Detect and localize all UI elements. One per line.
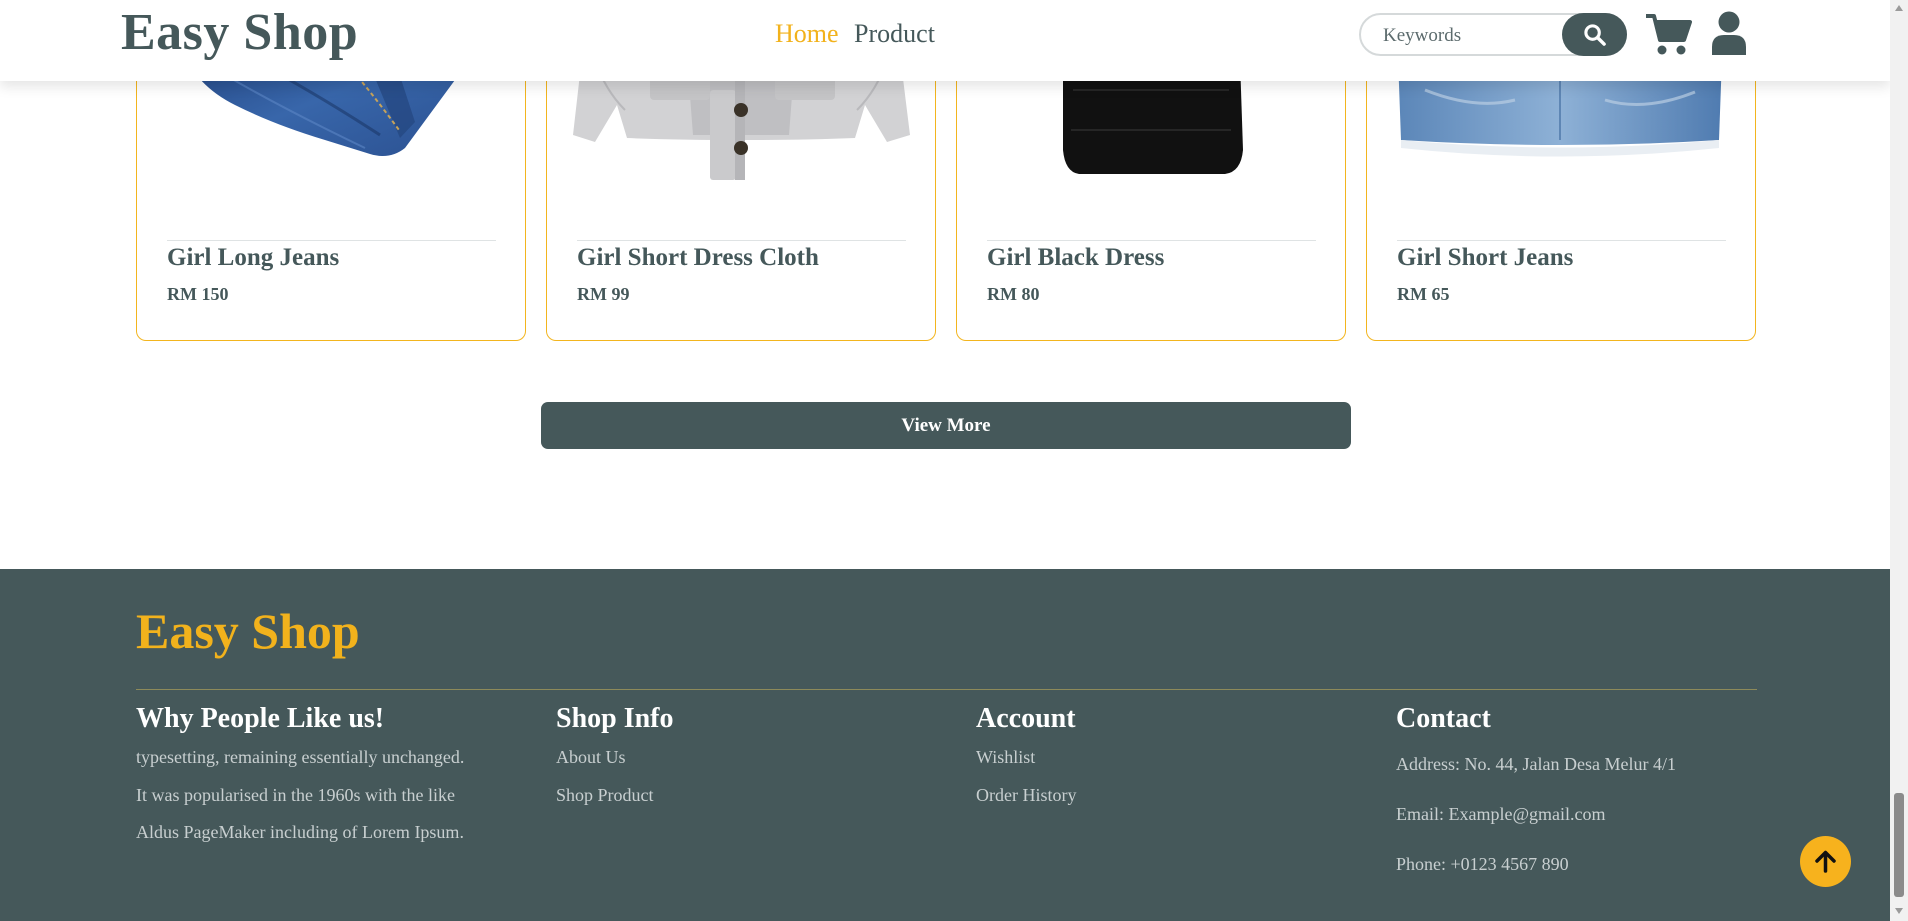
nav-link-home[interactable]: Home (775, 19, 839, 48)
footer-heading-why: Why People Like us! (136, 703, 385, 734)
footer-link-order-history[interactable]: Order History (976, 777, 1076, 815)
back-to-top-button[interactable] (1800, 836, 1851, 887)
footer-col-shop-info: Shop Info About Us Shop Product (556, 699, 674, 814)
user-icon[interactable] (1710, 11, 1748, 60)
navbar: Easy Shop Home Product (0, 0, 1890, 81)
footer-heading-contact: Contact (1396, 703, 1491, 734)
search-input[interactable] (1381, 23, 1555, 49)
footer-link-about-us[interactable]: About Us (556, 739, 674, 777)
footer-heading-shop-info: Shop Info (556, 703, 674, 734)
product-name[interactable]: Girl Short Dress Cloth (577, 244, 819, 272)
product-price: RM 99 (577, 284, 630, 304)
view-more-button[interactable]: View More (541, 402, 1351, 449)
search-button[interactable] (1562, 13, 1627, 56)
scroll-up-arrow-icon[interactable] (1894, 4, 1904, 12)
nav-links: Home Product (775, 17, 944, 51)
product-name[interactable]: Girl Long Jeans (167, 244, 339, 272)
card-divider (1397, 240, 1726, 241)
product-name[interactable]: Girl Black Dress (987, 244, 1164, 272)
contact-phone: Phone: +0123 4567 890 (1396, 854, 1569, 874)
product-price: RM 65 (1397, 284, 1450, 304)
footer-brand[interactable]: Easy Shop (136, 601, 360, 661)
product-name[interactable]: Girl Short Jeans (1397, 244, 1573, 272)
brand-logo[interactable]: Easy Shop (121, 3, 358, 63)
footer-col-why: Why People Like us! typesetting, remaini… (136, 699, 464, 852)
card-divider (167, 240, 496, 241)
footer-divider (136, 689, 1757, 690)
card-divider (987, 240, 1316, 241)
scroll-down-arrow-icon[interactable] (1894, 907, 1904, 915)
footer-heading-account: Account (976, 703, 1076, 734)
footer-col-contact: Contact Address: No. 44, Jalan Desa Melu… (1396, 699, 1676, 889)
footer-why-line: It was popularised in the 1960s with the… (136, 784, 455, 805)
footer-link-wishlist[interactable]: Wishlist (976, 739, 1076, 777)
footer-col-account: Account Wishlist Order History (976, 699, 1076, 814)
nav-link-product[interactable]: Product (854, 19, 935, 48)
contact-address: Address: No. 44, Jalan Desa Melur 4/1 (1396, 754, 1676, 774)
footer-why-line: typesetting, remaining essentially uncha… (136, 747, 465, 767)
footer-why-line: Aldus PageMaker including of Lorem Ipsum… (136, 822, 464, 842)
search-icon (1584, 24, 1606, 46)
scrollbar-thumb[interactable] (1894, 793, 1904, 897)
arrow-up-icon (1815, 850, 1836, 873)
cart-icon[interactable] (1644, 12, 1692, 61)
footer: Easy Shop Why People Like us! typesettin… (0, 569, 1890, 921)
contact-email: Email: Example@gmail.com (1396, 804, 1606, 824)
product-price: RM 80 (987, 284, 1040, 304)
page: Girl Long Jeans RM 150 Girl Short Dress … (0, 0, 1908, 921)
product-price: RM 150 (167, 284, 229, 304)
scrollbar[interactable] (1890, 0, 1908, 921)
card-divider (577, 240, 906, 241)
footer-link-shop-product[interactable]: Shop Product (556, 777, 674, 815)
